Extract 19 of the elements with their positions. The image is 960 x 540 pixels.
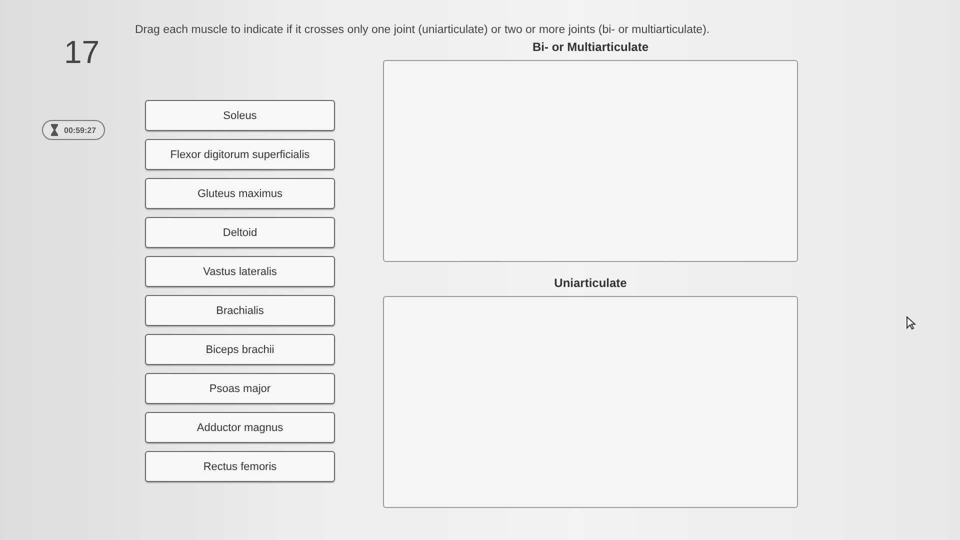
draggable-item[interactable]: Flexor digitorum superficialis [145, 139, 335, 170]
drop-zone[interactable] [383, 60, 798, 262]
drop-zone[interactable] [383, 296, 798, 508]
draggable-item[interactable]: Deltoid [145, 217, 335, 248]
pointer-icon [906, 316, 916, 330]
timer-text: 00:59:27 [64, 126, 96, 134]
draggable-item[interactable]: Psoas major [145, 373, 335, 404]
draggable-item[interactable]: Rectus femoris [145, 451, 335, 482]
draggable-item[interactable]: Gluteus maximus [145, 178, 335, 209]
zone-title: Bi- or Multiarticulate [532, 40, 648, 54]
draggable-item[interactable]: Brachialis [145, 295, 335, 326]
hourglass-icon [51, 124, 58, 136]
instruction-text: Drag each muscle to indicate if it crosses only one joint (uniarticulate) or two or more joints (bi- or multiarticulate). [135, 24, 711, 36]
draggable-item[interactable]: Vastus lateralis [145, 256, 335, 287]
zone-title: Uniarticulate [554, 276, 627, 290]
draggable-item[interactable]: Biceps brachii [145, 334, 335, 365]
draggable-item[interactable]: Soleus [145, 100, 335, 131]
question-number: 17 [64, 36, 101, 68]
draggable-item[interactable]: Adductor magnus [145, 412, 335, 443]
